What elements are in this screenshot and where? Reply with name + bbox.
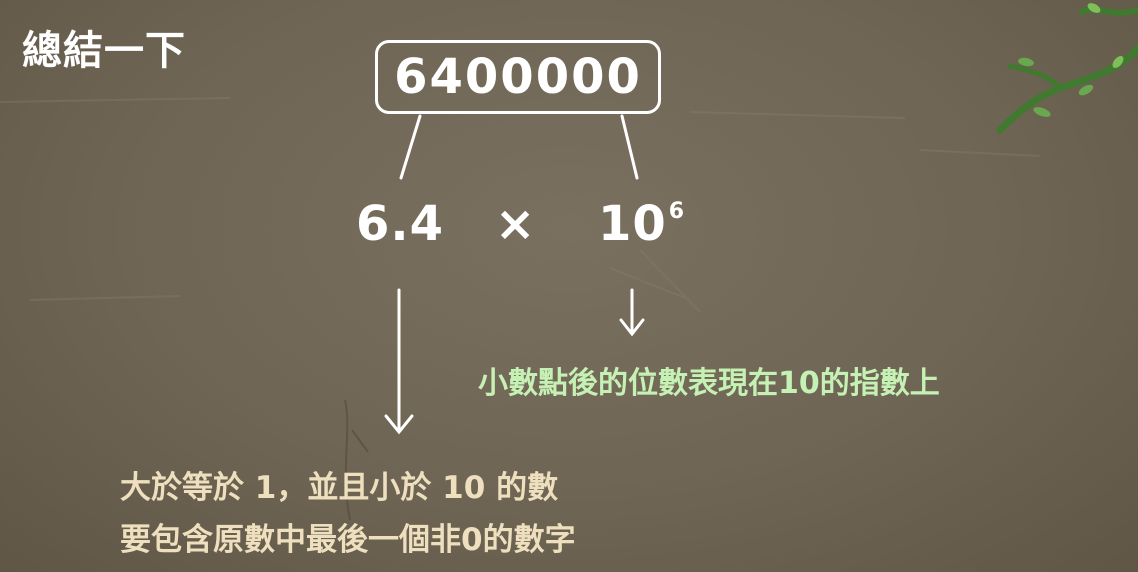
page-title: 總結一下	[22, 28, 186, 74]
times-sign: ×	[495, 196, 536, 252]
connector-line-right	[620, 114, 639, 180]
original-number-box: 6400000	[375, 40, 661, 114]
vine-decoration-icon	[996, 3, 1138, 134]
power-of-ten: 106	[598, 196, 686, 252]
exponent: 6	[668, 199, 686, 224]
coefficient-note-1: 大於等於 1，並且小於 10 的數	[120, 470, 559, 506]
exponent-note: 小數點後的位數表現在10的指數上	[478, 366, 940, 401]
coefficient: 6.4	[356, 196, 445, 252]
connector-line-left	[399, 114, 422, 180]
base: 10	[598, 196, 667, 252]
original-number: 6400000	[394, 49, 642, 105]
coefficient-note-2: 要包含原數中最後一個非0的數字	[120, 522, 576, 558]
